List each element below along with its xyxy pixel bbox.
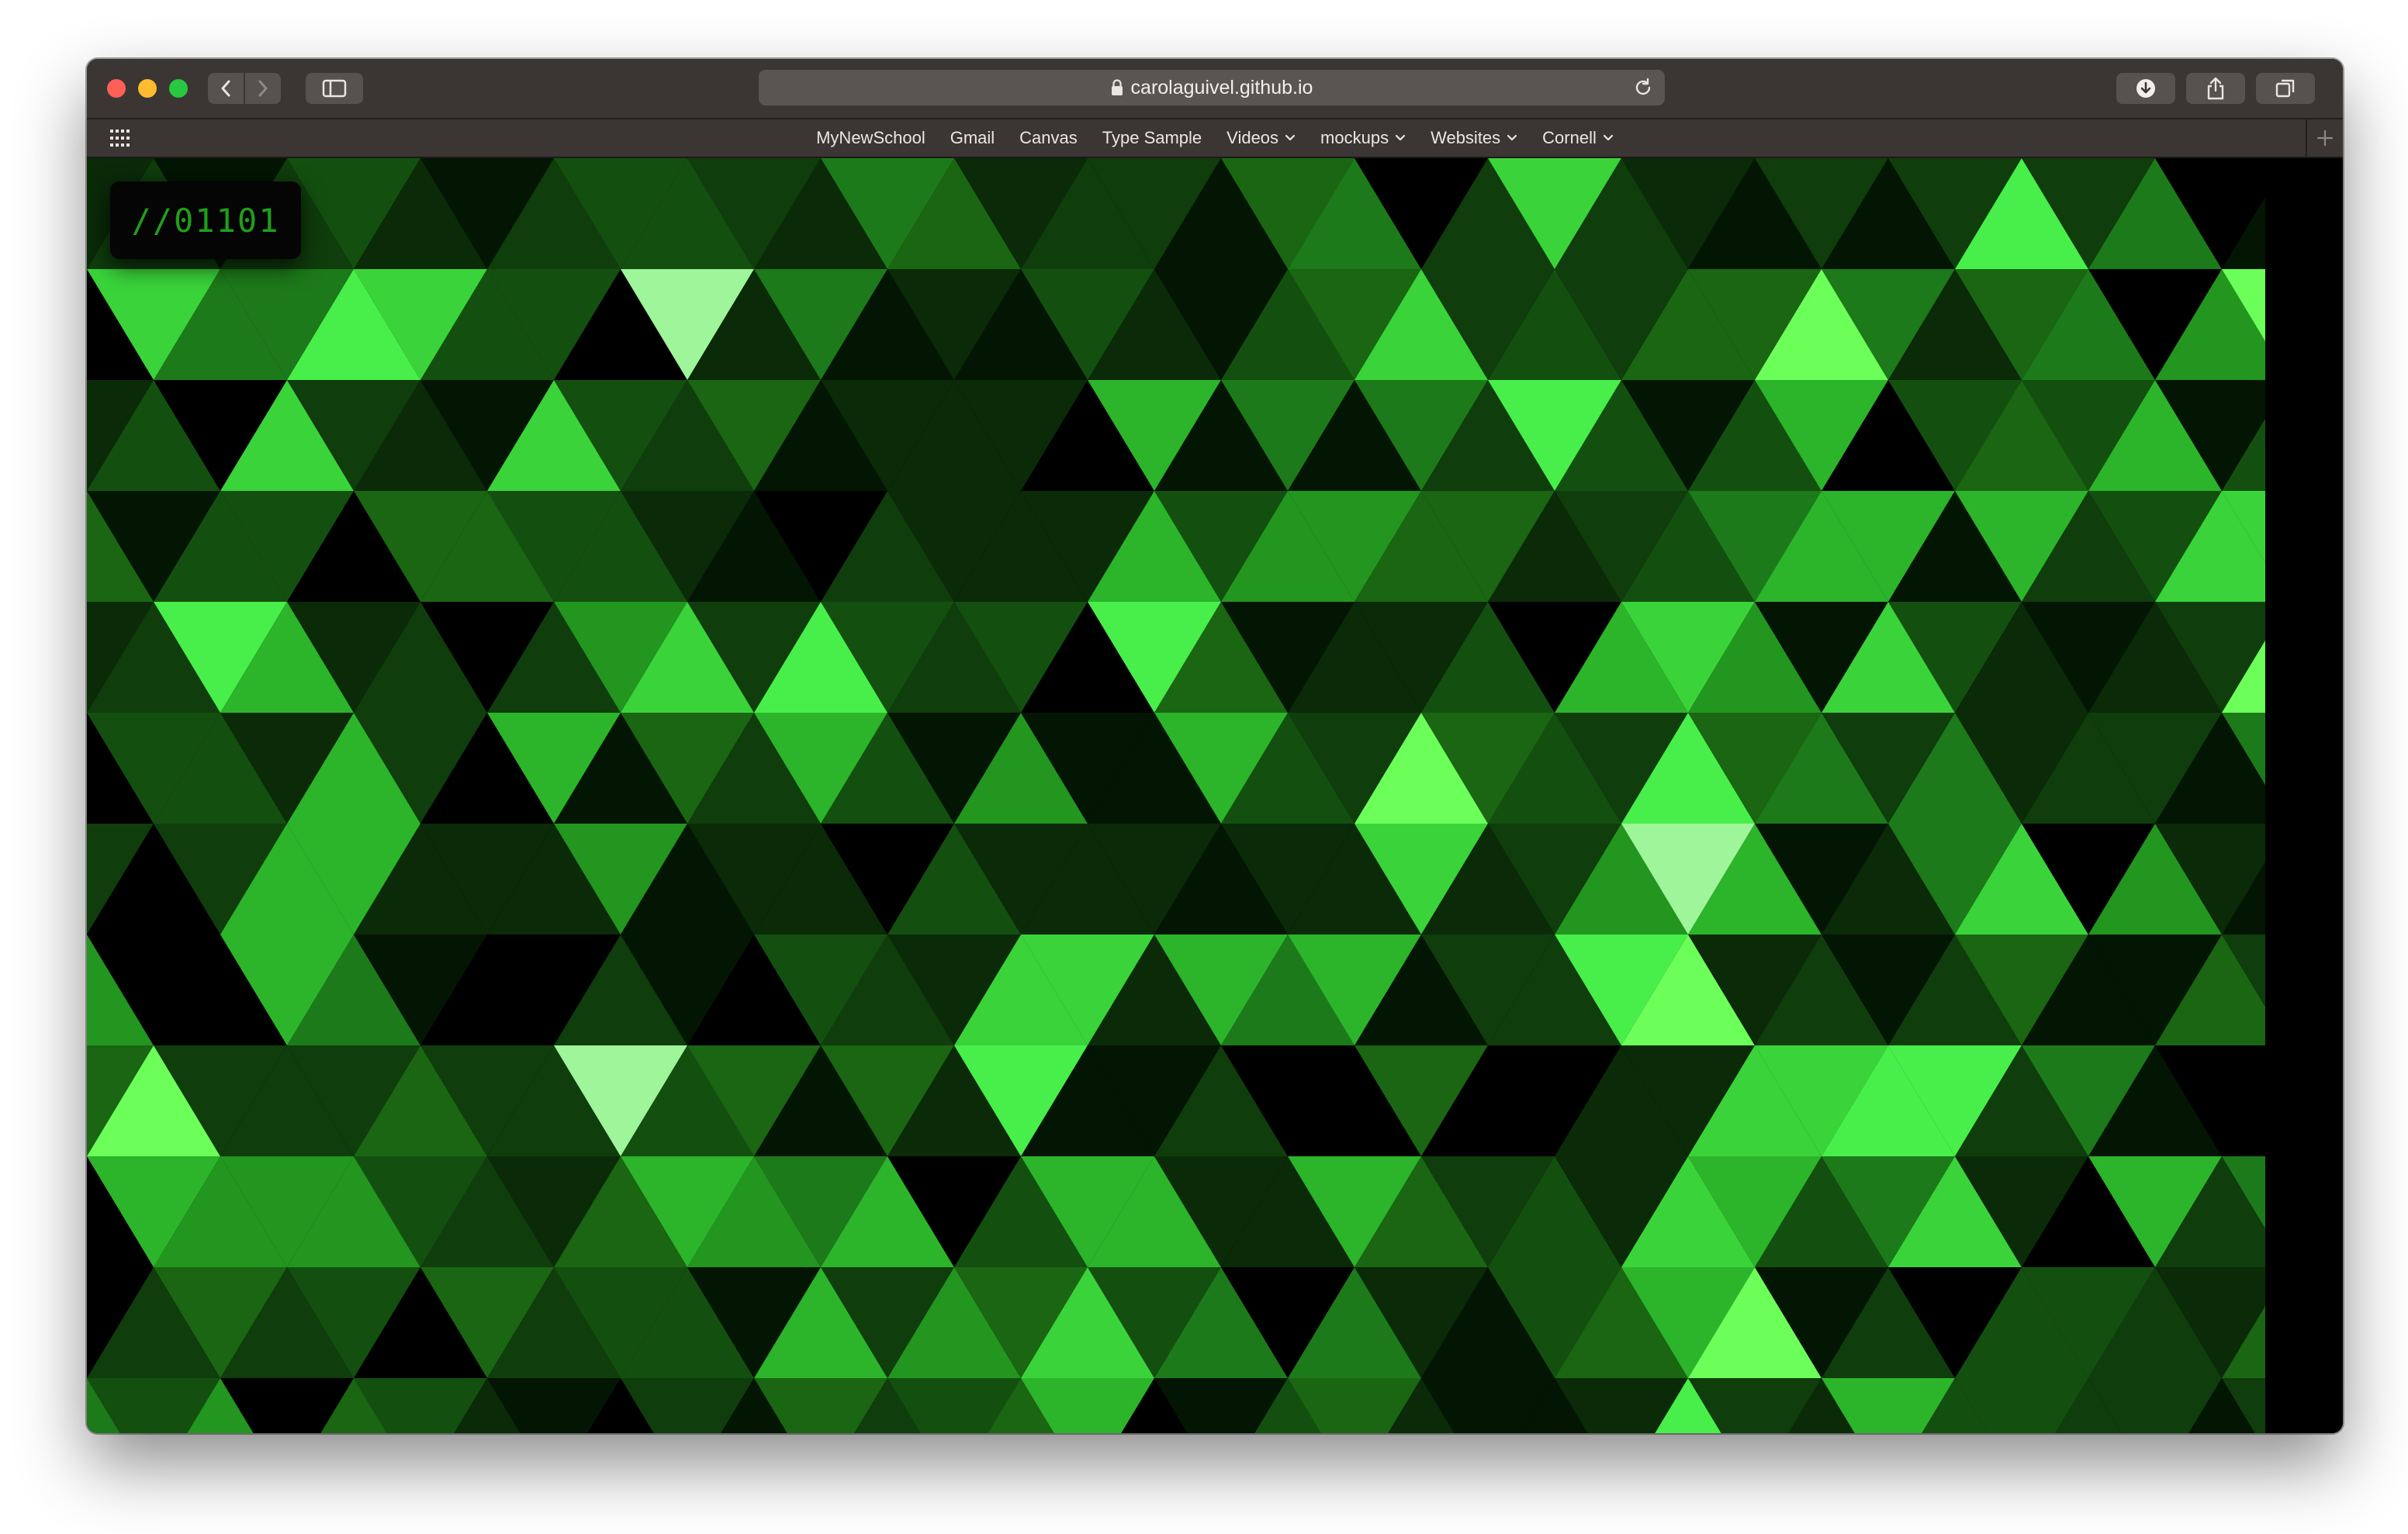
bookmark-label: MyNewSchool [816, 128, 925, 147]
downloads-button[interactable] [2116, 73, 2175, 104]
reload-button[interactable] [1632, 77, 1654, 104]
forward-icon [258, 80, 268, 97]
navigation-buttons [208, 73, 281, 104]
bookmark-item[interactable]: Videos [1214, 128, 1308, 148]
lock-icon [1111, 79, 1123, 96]
bookmark-label: mockups [1320, 128, 1389, 147]
bookmark-item[interactable]: Websites [1418, 128, 1530, 148]
back-button[interactable] [208, 73, 244, 104]
browser-toolbar: carolaguivel.github.io [87, 59, 2343, 119]
close-icon[interactable] [107, 79, 126, 98]
bookmark-label: Cornell [1542, 128, 1597, 147]
bookmark-label: Canvas [1019, 128, 1078, 147]
sidebar-icon [322, 79, 347, 98]
new-tab-plus-icon [2316, 130, 2334, 147]
back-icon [221, 80, 230, 97]
bookmark-label: Videos [1226, 128, 1279, 147]
chevron-down-icon [1603, 134, 1614, 142]
bookmark-item[interactable]: Cornell [1530, 128, 1626, 148]
browser-window: carolaguivel.github.io MyNewSchool Gmail… [87, 59, 2343, 1433]
share-icon [2207, 77, 2224, 100]
chevron-down-icon [1507, 134, 1517, 142]
address-bar[interactable]: carolaguivel.github.io [759, 70, 1665, 105]
bookmarks-bar: MyNewSchool Gmail Canvas Type Sample Videos m… [87, 119, 2343, 158]
chevron-down-icon [1285, 134, 1296, 142]
forward-button[interactable] [245, 73, 281, 104]
bookmark-item[interactable]: Type Sample [1090, 128, 1214, 148]
share-button[interactable] [2186, 73, 2245, 104]
triangle-grid [87, 158, 2343, 1433]
url-text: carolaguivel.github.io [1130, 76, 1313, 98]
bookmark-items: MyNewSchool Gmail Canvas Type Sample Videos m… [87, 119, 2343, 157]
bookmark-item[interactable]: mockups [1308, 128, 1418, 148]
bookmark-label: Websites [1431, 128, 1501, 147]
sidebar-button[interactable] [306, 73, 363, 104]
chevron-down-icon [1395, 134, 1406, 142]
triangle-mosaic-background [87, 158, 2343, 1433]
site-logo[interactable]: //01101 [110, 181, 301, 259]
reload-icon [1635, 78, 1651, 95]
bookmark-label: Gmail [950, 128, 995, 147]
minimize-icon[interactable] [138, 79, 157, 98]
tabs-overview-icon [2275, 79, 2295, 98]
bookmark-item[interactable]: MyNewSchool [804, 128, 938, 148]
page-content: //01101 [87, 158, 2343, 1433]
new-tab-button[interactable] [2306, 119, 2343, 157]
bookmark-item[interactable]: Canvas [1007, 128, 1090, 148]
tab-overview-button[interactable] [2256, 73, 2315, 104]
download-icon [2136, 79, 2155, 98]
logo-text: //01101 [131, 201, 280, 240]
right-black-strip [2265, 158, 2343, 1433]
bookmark-label: Type Sample [1102, 128, 1202, 147]
maximize-icon[interactable] [169, 79, 188, 98]
bookmark-item[interactable]: Gmail [938, 128, 1007, 148]
